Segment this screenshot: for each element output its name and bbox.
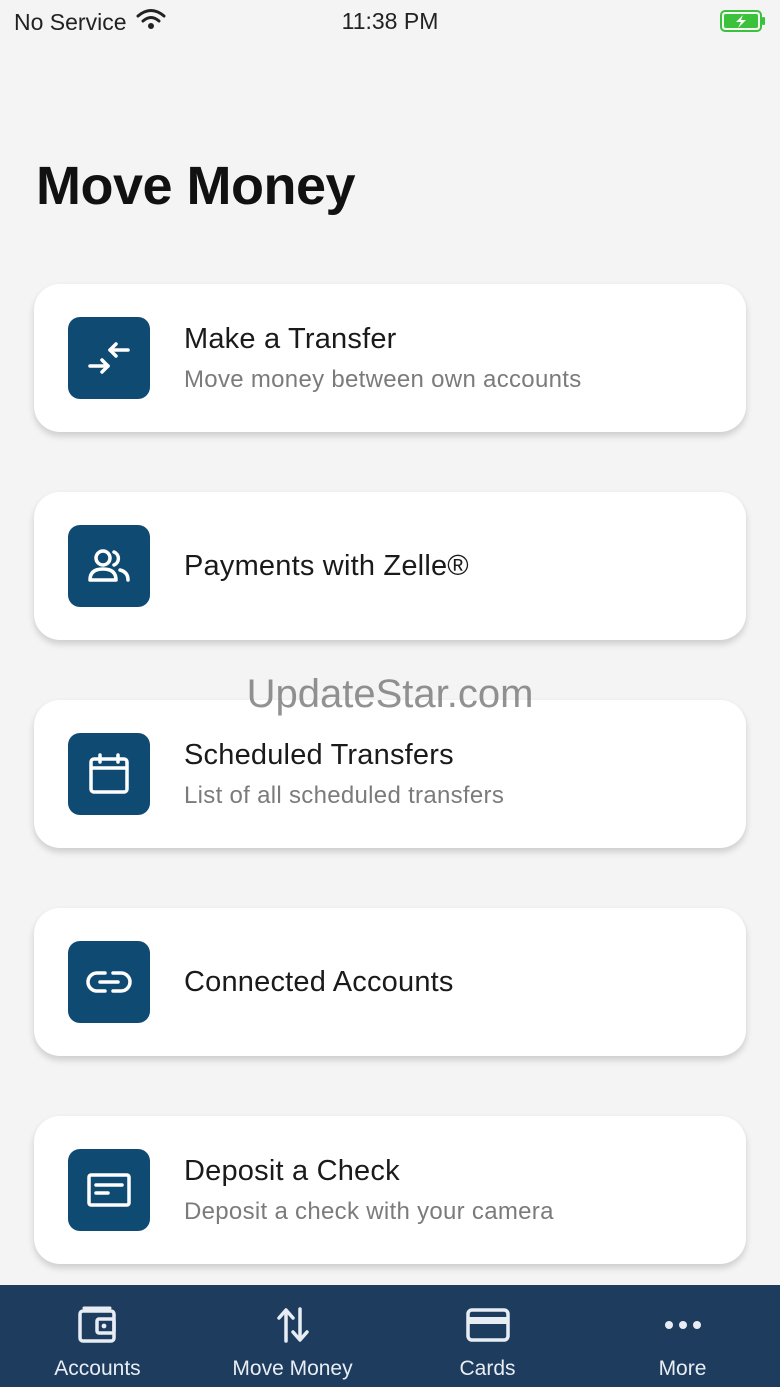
card-title: Make a Transfer	[184, 322, 397, 355]
card-subtitle: Deposit a check with your camera	[184, 1197, 554, 1225]
card-text: Scheduled Transfers List of all schedule…	[184, 700, 726, 848]
tab-label: Cards	[459, 1357, 516, 1380]
move-money-options: Make a Transfer Move money between own a…	[34, 284, 746, 1324]
status-time: 11:38 PM	[341, 8, 439, 34]
tab-accounts[interactable]: Accounts	[0, 1285, 195, 1387]
card-text: Make a Transfer Move money between own a…	[184, 284, 726, 432]
connected-accounts-card[interactable]: Connected Accounts	[34, 908, 746, 1056]
status-bar: No Service 11:38 PM	[0, 0, 780, 44]
card-text: Payments with Zelle®	[184, 492, 726, 640]
link-icon	[68, 941, 150, 1023]
bottom-tab-bar: Accounts Move Money Cards More	[0, 1285, 780, 1387]
card-title: Payments with Zelle®	[184, 549, 469, 582]
make-transfer-card[interactable]: Make a Transfer Move money between own a…	[34, 284, 746, 432]
up-down-arrows-icon	[276, 1303, 310, 1347]
tab-move-money[interactable]: Move Money	[195, 1285, 390, 1387]
wallet-icon	[77, 1303, 119, 1347]
calendar-icon	[68, 733, 150, 815]
scheduled-transfers-card[interactable]: Scheduled Transfers List of all schedule…	[34, 700, 746, 848]
battery-icon	[720, 10, 766, 38]
people-icon	[68, 525, 150, 607]
tab-label: Accounts	[54, 1357, 141, 1380]
tab-label: Move Money	[232, 1357, 353, 1380]
card-subtitle: Move money between own accounts	[184, 365, 582, 393]
card-title: Scheduled Transfers	[184, 738, 454, 771]
card-text: Deposit a Check Deposit a check with you…	[184, 1116, 726, 1264]
card-text: Connected Accounts	[184, 908, 726, 1056]
tab-more[interactable]: More	[585, 1285, 780, 1387]
card-subtitle: List of all scheduled transfers	[184, 781, 505, 809]
more-dots-icon	[663, 1303, 703, 1347]
deposit-check-card[interactable]: Deposit a Check Deposit a check with you…	[34, 1116, 746, 1264]
tab-label: More	[658, 1357, 707, 1380]
card-icon	[465, 1303, 511, 1347]
page-title: Move Money	[36, 156, 356, 216]
transfer-arrows-icon	[68, 317, 150, 399]
tab-cards[interactable]: Cards	[390, 1285, 585, 1387]
check-icon	[68, 1149, 150, 1231]
card-title: Deposit a Check	[184, 1154, 400, 1187]
card-title: Connected Accounts	[184, 965, 454, 998]
zelle-payments-card[interactable]: Payments with Zelle®	[34, 492, 746, 640]
